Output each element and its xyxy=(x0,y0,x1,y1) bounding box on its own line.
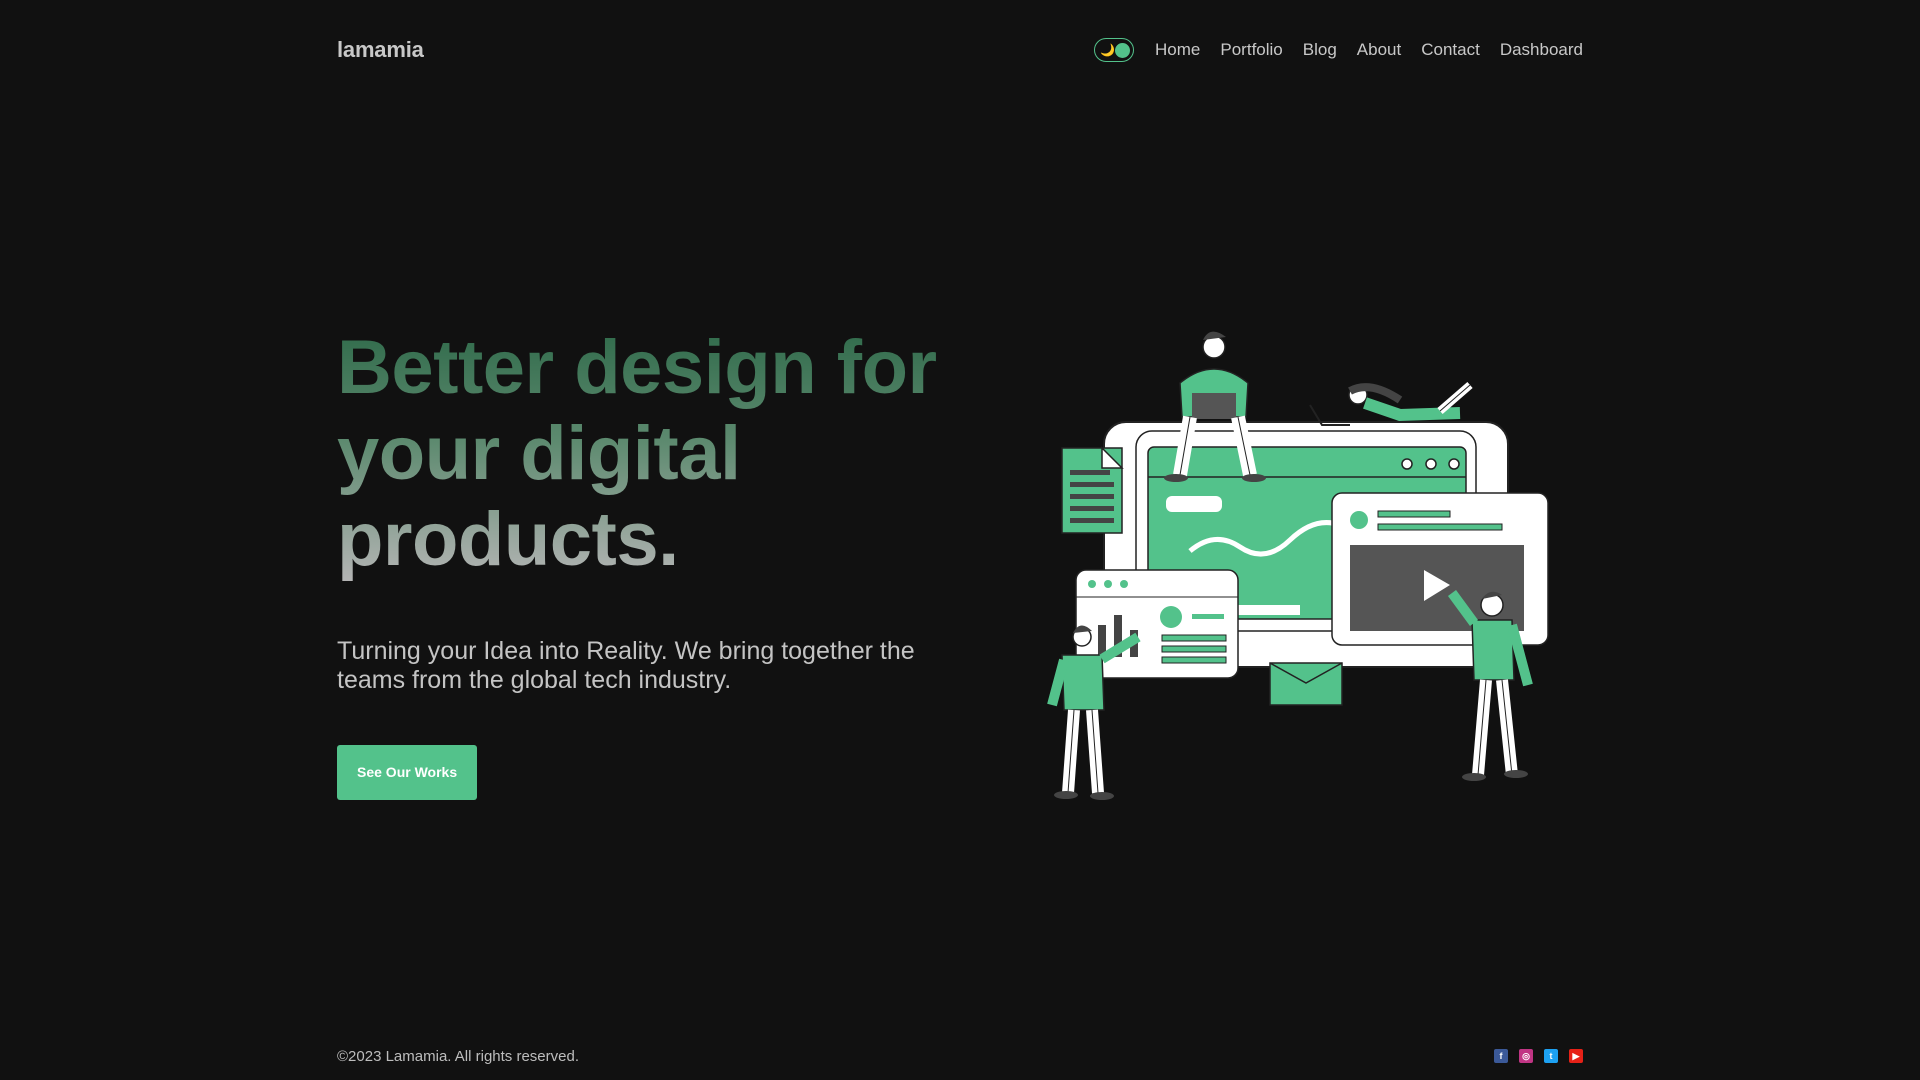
hero-section: Better design for your digital products.… xyxy=(337,325,957,800)
nav-link-home[interactable]: Home xyxy=(1155,40,1200,60)
copyright-text: ©2023 Lamamia. All rights reserved. xyxy=(337,1047,579,1065)
page: lamamia 🌙 Home Portfolio Blog About Cont… xyxy=(0,0,1920,1080)
nav-link-portfolio[interactable]: Portfolio xyxy=(1220,40,1282,60)
hero-title: Better design for your digital products. xyxy=(337,325,957,583)
nav-menu: 🌙 Home Portfolio Blog About Contact Dash… xyxy=(1094,38,1583,62)
toggle-knob xyxy=(1115,42,1131,58)
social-links: f ◎ t ▶ xyxy=(1483,1049,1583,1063)
nav-link-dashboard[interactable]: Dashboard xyxy=(1500,40,1583,60)
twitter-icon[interactable]: t xyxy=(1544,1049,1558,1063)
hero-description: Turning your Idea into Reality. We bring… xyxy=(337,637,915,694)
footer: ©2023 Lamamia. All rights reserved. f ◎ … xyxy=(337,1045,1583,1067)
nav-link-contact[interactable]: Contact xyxy=(1421,40,1480,60)
moon-icon: 🌙 xyxy=(1100,43,1115,57)
nav-link-blog[interactable]: Blog xyxy=(1303,40,1337,60)
instagram-icon[interactable]: ◎ xyxy=(1519,1049,1533,1063)
navbar: lamamia 🌙 Home Portfolio Blog About Cont… xyxy=(337,28,1583,72)
theme-toggle[interactable]: 🌙 xyxy=(1094,38,1135,62)
nav-link-about[interactable]: About xyxy=(1357,40,1401,60)
youtube-icon[interactable]: ▶ xyxy=(1569,1049,1583,1063)
site-logo[interactable]: lamamia xyxy=(337,37,424,63)
facebook-icon[interactable]: f xyxy=(1494,1049,1508,1063)
see-our-works-button[interactable]: See Our Works xyxy=(337,745,478,800)
hero-illustration xyxy=(1040,325,1560,805)
